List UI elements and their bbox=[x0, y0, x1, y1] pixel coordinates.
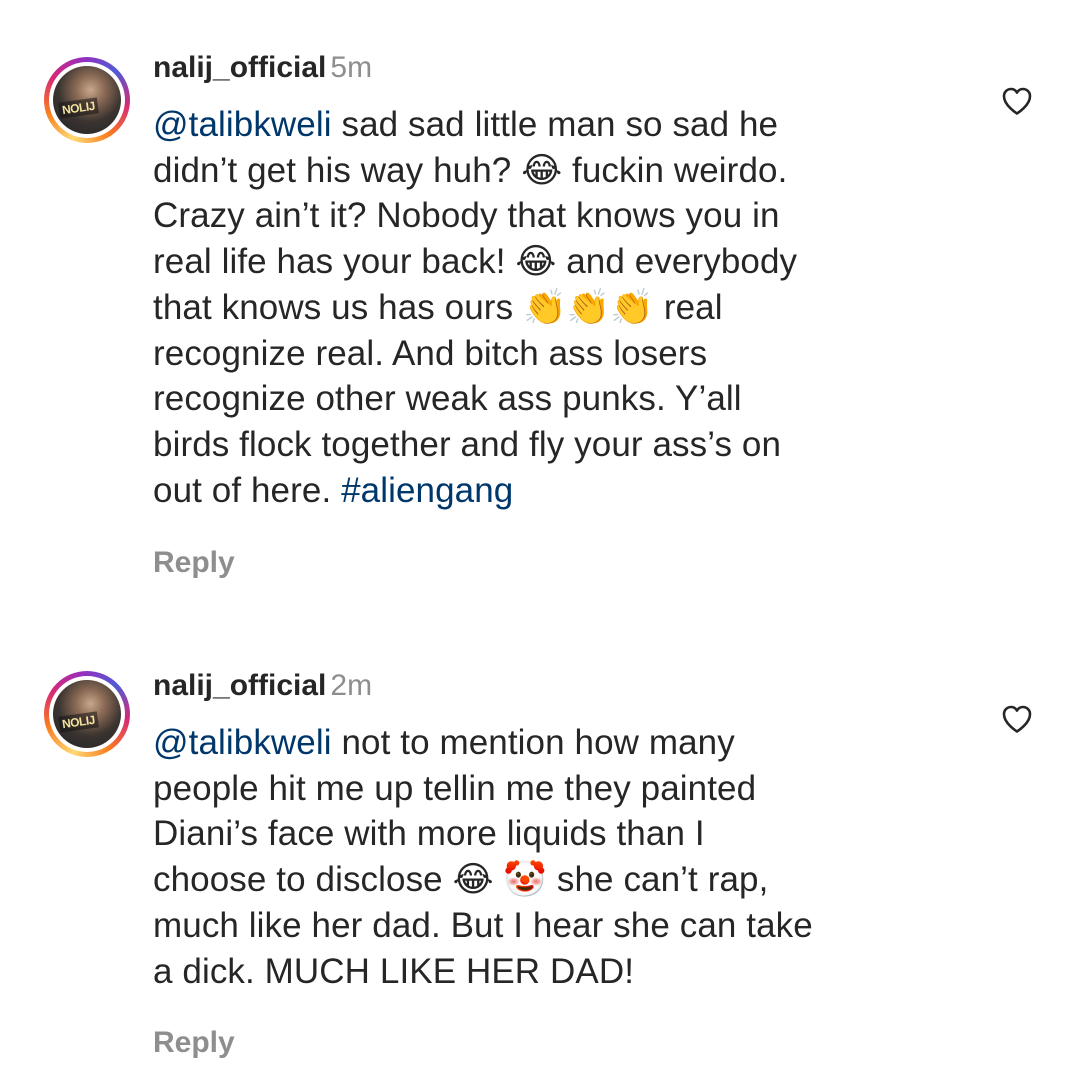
comment-line: out of here. #aliengang bbox=[153, 468, 953, 514]
avatar-logo-text: NOLIJ bbox=[58, 97, 99, 119]
comment-line: recognize other weak ass punks. Y’all bbox=[153, 376, 953, 422]
comment-text-segment: choose to disclose 😂 🤡 she can’t rap, bbox=[153, 860, 769, 900]
comment-line: that knows us has ours 👏👏👏 real bbox=[153, 285, 953, 331]
comment-text: @talibkweli not to mention how many peopl… bbox=[153, 720, 953, 994]
reply-button[interactable]: Reply bbox=[153, 546, 235, 580]
comment-text-segment: people hit me up tellin me they painted bbox=[153, 768, 757, 808]
avatar[interactable]: NOLIJ bbox=[44, 671, 130, 757]
comment-line: recognize real. And bitch ass losers bbox=[153, 331, 953, 377]
avatar-logo-text: NOLIJ bbox=[58, 711, 99, 733]
heart-icon[interactable] bbox=[1001, 704, 1033, 734]
mention-link[interactable]: @talibkweli bbox=[153, 723, 332, 762]
heart-icon[interactable] bbox=[1001, 86, 1033, 116]
comment-text-segment: not to mention how many bbox=[331, 723, 735, 762]
comment-timestamp: 5m bbox=[330, 51, 373, 84]
comment-line: didn’t get his way huh? 😂 fuckin weirdo. bbox=[153, 148, 953, 194]
avatar-photo: NOLIJ bbox=[53, 680, 121, 748]
comment-line: @talibkweli not to mention how many bbox=[153, 720, 953, 766]
comment-text-segment: that knows us has ours 👏👏👏 real bbox=[153, 287, 723, 327]
comment-text-segment: much like her dad. But I hear she can ta… bbox=[153, 905, 813, 945]
comment-line: Crazy ain’t it? Nobody that knows you in bbox=[153, 193, 953, 239]
avatar-photo: NOLIJ bbox=[53, 66, 121, 134]
avatar[interactable]: NOLIJ bbox=[44, 57, 130, 143]
comment-username[interactable]: nalij_official bbox=[153, 669, 326, 702]
comment-text: @talibkweli sad sad little man so sad he… bbox=[153, 102, 953, 513]
comment-line: Diani’s face with more liquids than I bbox=[153, 811, 953, 857]
comment-text-segment: didn’t get his way huh? 😂 fuckin weirdo. bbox=[153, 150, 788, 190]
comment-text-segment: recognize other weak ass punks. Y’all bbox=[153, 379, 742, 419]
comment-text-segment: real life has your back! 😂 and everybody bbox=[153, 242, 798, 282]
comment-text-segment: sad sad little man so sad he bbox=[331, 105, 779, 144]
comment-line: much like her dad. But I hear she can ta… bbox=[153, 903, 953, 949]
comment-text-segment: Diani’s face with more liquids than I bbox=[153, 814, 705, 854]
mention-link[interactable]: @talibkweli bbox=[153, 105, 332, 144]
comment-timestamp: 2m bbox=[330, 669, 373, 702]
comment-line: birds flock together and fly your ass’s … bbox=[153, 422, 953, 468]
comment-text-segment: out of here. bbox=[153, 470, 342, 510]
comment-text-segment: a dick. MUCH LIKE HER DAD! bbox=[153, 951, 635, 991]
comment-line: choose to disclose 😂 🤡 she can’t rap, bbox=[153, 857, 953, 903]
comment-text-segment: birds flock together and fly your ass’s … bbox=[153, 424, 782, 464]
comment-text-segment: recognize real. And bitch ass losers bbox=[153, 333, 708, 373]
comment-line: @talibkweli sad sad little man so sad he bbox=[153, 102, 953, 148]
comment-username[interactable]: nalij_official bbox=[153, 51, 326, 84]
reply-button[interactable]: Reply bbox=[153, 1026, 235, 1060]
comment-text-segment: Crazy ain’t it? Nobody that knows you in bbox=[153, 196, 780, 236]
comment-line: real life has your back! 😂 and everybody bbox=[153, 239, 953, 285]
comment-line: a dick. MUCH LIKE HER DAD! bbox=[153, 949, 953, 995]
hashtag-link[interactable]: #aliengang bbox=[341, 471, 513, 510]
comment-line: people hit me up tellin me they painted bbox=[153, 766, 953, 812]
